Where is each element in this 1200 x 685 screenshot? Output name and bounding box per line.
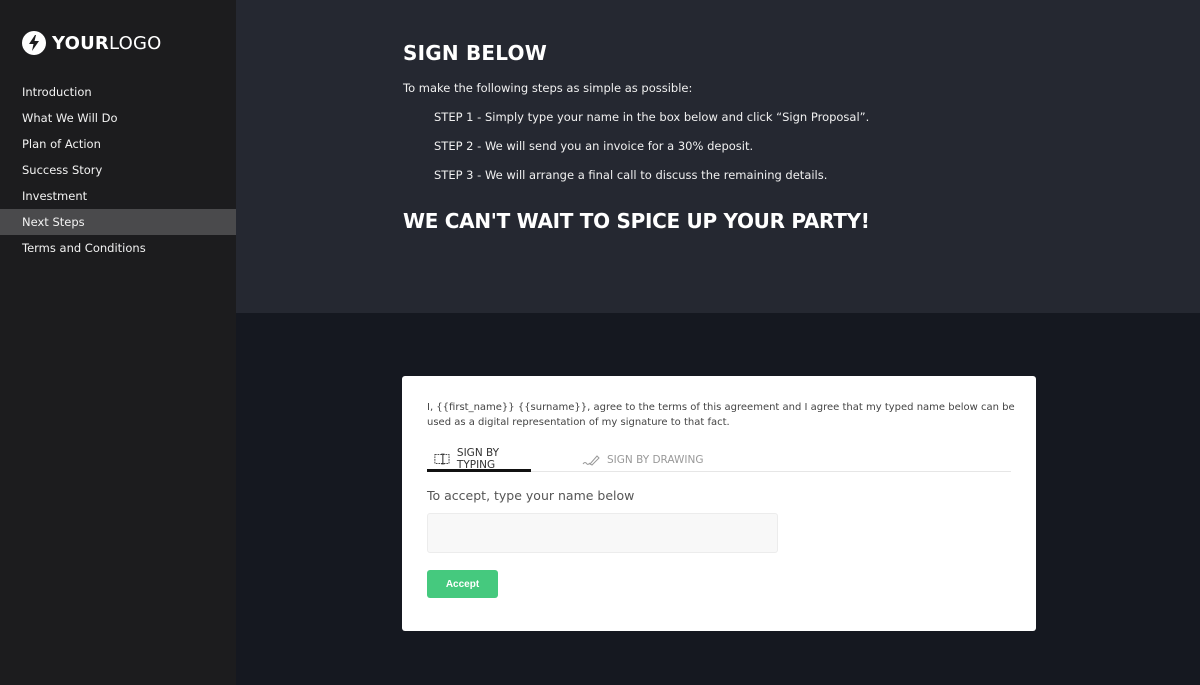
signature-card: I, {{first_name}} {{surname}}, agree to … [402, 376, 1036, 631]
text-cursor-icon [434, 453, 450, 464]
intro-text: To make the following steps as simple as… [403, 81, 693, 95]
tab-sign-by-drawing[interactable]: SIGN BY DRAWING [582, 448, 704, 472]
pen-icon [582, 455, 600, 466]
logo-text-bold: YOUR [52, 32, 109, 54]
lightning-bolt-icon [22, 31, 46, 55]
logo[interactable]: YOURLOGO [22, 31, 161, 55]
step-3: STEP 3 - We will arrange a final call to… [434, 168, 828, 182]
name-input[interactable] [427, 513, 778, 553]
sidebar-item-what-we-will-do[interactable]: What We Will Do [0, 105, 236, 131]
page-title: SIGN BELOW [403, 41, 547, 65]
step-2: STEP 2 - We will send you an invoice for… [434, 139, 754, 153]
agreement-text: I, {{first_name}} {{surname}}, agree to … [427, 402, 1015, 428]
sidebar-item-terms-and-conditions[interactable]: Terms and Conditions [0, 235, 236, 261]
step-1: STEP 1 - Simply type your name in the bo… [434, 110, 870, 124]
logo-text: YOURLOGO [52, 33, 161, 54]
logo-text-light: LOGO [108, 32, 162, 54]
sidebar-item-introduction[interactable]: Introduction [0, 79, 236, 105]
top-panel [236, 0, 1200, 313]
tab-sign-by-typing-label: SIGN BY TYPING [456, 446, 500, 471]
sidebar-item-plan-of-action[interactable]: Plan of Action [0, 131, 236, 157]
accept-button[interactable]: Accept [427, 570, 498, 598]
name-input-label: To accept, type your name below [427, 488, 635, 503]
signature-tabs: SIGN BY TYPING SIGN BY DRAWING [427, 446, 1011, 472]
tab-sign-by-drawing-label: SIGN BY DRAWING [607, 454, 704, 466]
tab-sign-by-typing[interactable]: SIGN BY TYPING [427, 446, 531, 472]
sidebar-item-success-story[interactable]: Success Story [0, 157, 236, 183]
tagline: WE CAN'T WAIT TO SPICE UP YOUR PARTY! [403, 209, 870, 233]
sidebar-item-investment[interactable]: Investment [0, 183, 236, 209]
sidebar-item-next-steps[interactable]: Next Steps [0, 209, 236, 235]
sidebar-nav: Introduction What We Will Do Plan of Act… [0, 79, 236, 261]
sidebar: YOURLOGO Introduction What We Will Do Pl… [0, 0, 236, 685]
